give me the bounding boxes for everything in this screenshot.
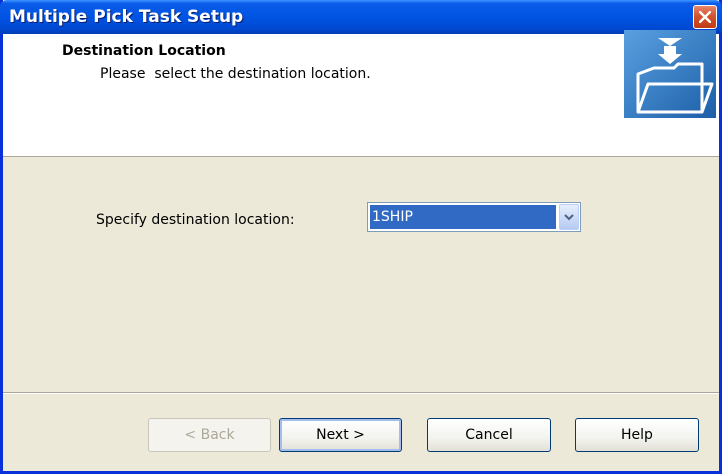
window-title: Multiple Pick Task Setup [9,7,244,27]
back-button[interactable]: < Back [148,418,271,452]
close-button[interactable] [693,5,717,29]
chevron-down-icon [564,214,574,221]
title-bar[interactable]: Multiple Pick Task Setup [0,0,722,34]
folder-download-icon [624,30,716,118]
dropdown-button[interactable] [559,204,579,230]
destination-value: 1SHIP [370,205,556,229]
footer-divider [3,392,719,394]
wizard-body [3,157,719,393]
help-button[interactable]: Help [575,418,699,452]
close-icon [699,11,711,23]
destination-select[interactable]: 1SHIP [367,202,581,232]
next-button[interactable]: Next > [279,418,402,452]
cancel-button[interactable]: Cancel [427,418,551,452]
step-title: Destination Location [62,43,226,59]
wizard-window: Multiple Pick Task Setup Destination Loc… [0,0,722,474]
step-subtitle: Please select the destination location. [100,66,371,82]
destination-label: Specify destination location: [96,212,295,228]
